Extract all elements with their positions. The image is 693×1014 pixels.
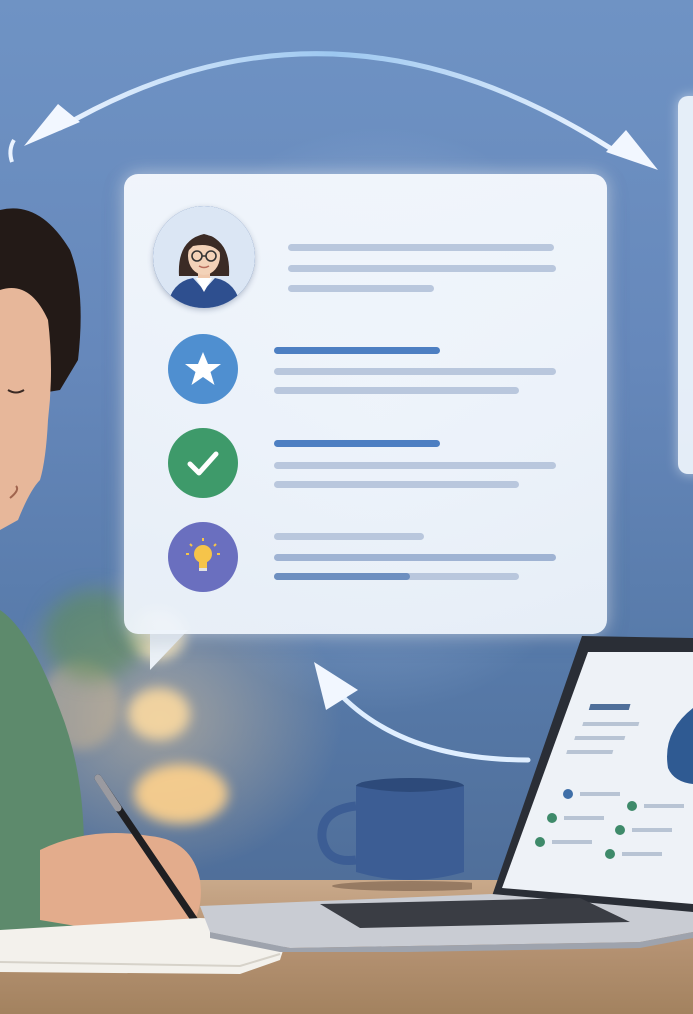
text-placeholder-line — [274, 368, 556, 375]
text-placeholder-line — [288, 244, 554, 251]
text-placeholder-line — [274, 533, 424, 540]
text-placeholder-line — [288, 265, 556, 272]
left-arrowhead-icon — [24, 104, 80, 146]
progress-line — [274, 573, 410, 580]
right-edge-panel — [678, 96, 693, 474]
text-placeholder-line — [274, 347, 440, 354]
text-placeholder-line — [274, 440, 440, 447]
illustration-scene — [0, 0, 693, 1014]
laptop — [200, 636, 693, 952]
text-placeholder-line — [274, 387, 519, 394]
right-arrowhead-icon — [606, 130, 658, 170]
top-arc-arrow — [57, 51, 613, 151]
left-edge-arc — [8, 138, 16, 163]
text-placeholder-line — [274, 481, 519, 488]
laptop-screen — [502, 652, 693, 904]
person-writing — [0, 208, 204, 950]
text-placeholder-line — [274, 462, 556, 469]
text-placeholder-line — [274, 554, 556, 561]
text-placeholder-line — [288, 285, 434, 292]
